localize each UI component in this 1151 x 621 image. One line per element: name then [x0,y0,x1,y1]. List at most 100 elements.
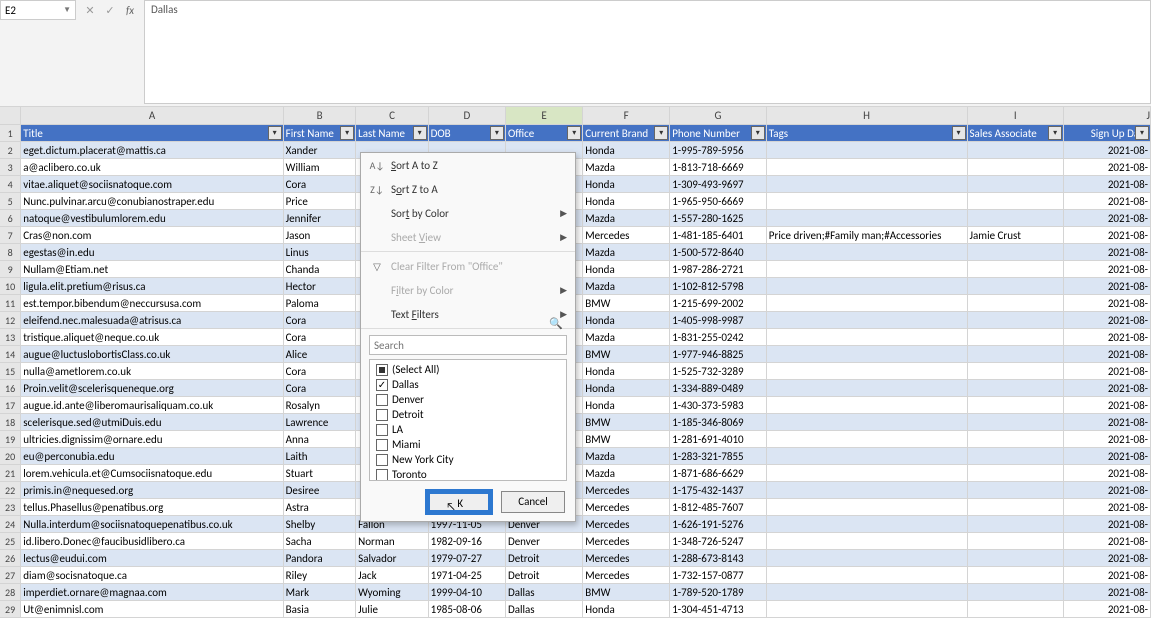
cell-G15[interactable]: 1-525-732-3289 [670,363,767,379]
sort-az[interactable]: A↓ SSort A to Zort A to Z [361,153,575,177]
cell-F22[interactable]: Mercedes [583,482,670,498]
cell-J9[interactable]: 2021-08- [1064,261,1151,277]
sort-by-color[interactable]: Sort by Color ▶ [361,201,575,225]
row-header[interactable]: 17 [0,397,21,413]
cell-I19[interactable] [968,431,1065,447]
cell-H3[interactable] [767,159,968,175]
cell-A4[interactable]: vitae.aliquet@sociisnatoque.com [21,176,283,192]
filter-search-input[interactable] [369,335,567,355]
row-header[interactable]: 8 [0,244,21,260]
cell-F21[interactable]: Mazda [583,465,670,481]
cell-J5[interactable]: 2021-08- [1064,193,1151,209]
cell-G4[interactable]: 1-309-493-9697 [670,176,767,192]
cell-G22[interactable]: 1-175-432-1437 [670,482,767,498]
cell-I17[interactable] [968,397,1065,413]
row-header[interactable]: 9 [0,261,21,277]
cell-H5[interactable] [767,193,968,209]
enter-formula-icon[interactable]: ✓ [102,4,118,17]
cell-H27[interactable] [767,567,968,583]
cell-F9[interactable]: Honda [583,261,670,277]
cell-I2[interactable] [968,142,1065,158]
cell-A26[interactable]: lectus@eudui.com [21,550,283,566]
cell-H28[interactable] [767,584,968,600]
cell-F28[interactable]: BMW [583,584,670,600]
cell-E25[interactable]: Denver [506,533,583,549]
row-header[interactable]: 28 [0,584,21,600]
select-all-corner[interactable] [0,107,21,124]
cell-J24[interactable]: 2021-08- [1064,516,1151,532]
cell-G17[interactable]: 1-430-373-5983 [670,397,767,413]
cell-G16[interactable]: 1-334-889-0489 [670,380,767,396]
cell-J17[interactable]: 2021-08- [1064,397,1151,413]
cell-A20[interactable]: eu@perconubia.edu [21,448,283,464]
cell-A15[interactable]: nulla@ametlorem.co.uk [21,363,283,379]
cell-I21[interactable] [968,465,1065,481]
chevron-down-icon[interactable]: ▼ [63,5,71,15]
cell-G24[interactable]: 1-626-191-5276 [670,516,767,532]
cell-B19[interactable]: Anna [284,431,356,447]
cell-J29[interactable]: 2021-08- [1064,601,1151,617]
cell-I15[interactable] [968,363,1065,379]
column-header-A[interactable]: A [21,107,284,124]
cell-F6[interactable]: Mazda [583,210,670,226]
cell-A13[interactable]: tristique.aliquet@neque.co.uk [21,329,283,345]
cell-B22[interactable]: Desiree [284,482,356,498]
cell-B27[interactable]: Riley [284,567,356,583]
cell-B25[interactable]: Sacha [284,533,356,549]
ok-button[interactable]: K ↖ [427,491,491,513]
cell-A18[interactable]: scelerisque.sed@utmiDuis.edu [21,414,283,430]
cell-G14[interactable]: 1-977-946-8825 [670,346,767,362]
sort-za[interactable]: Z↓ Sort Z to A [361,177,575,201]
cell-F19[interactable]: BMW [583,431,670,447]
row-header[interactable]: 27 [0,567,21,583]
cell-J20[interactable]: 2021-08- [1064,448,1151,464]
cell-H7[interactable]: Price driven;#Family man;#Accessories [767,227,968,243]
row-header[interactable]: 10 [0,278,21,294]
cell-B23[interactable]: Astra [284,499,356,515]
cell-B8[interactable]: Linus [284,244,356,260]
row-header[interactable]: 13 [0,329,21,345]
cell-F20[interactable]: Mazda [583,448,670,464]
cell-H15[interactable] [767,363,968,379]
cell-G19[interactable]: 1-281-691-4010 [670,431,767,447]
cell-F27[interactable]: Mercedes [583,567,670,583]
cell-F15[interactable]: Honda [583,363,670,379]
cell-I26[interactable] [968,550,1065,566]
cell-F4[interactable]: Honda [583,176,670,192]
cell-J21[interactable]: 2021-08- [1064,465,1151,481]
row-header[interactable]: 18 [0,414,21,430]
cell-J11[interactable]: 2021-08- [1064,295,1151,311]
cell-B12[interactable]: Cora [284,312,356,328]
cell-I14[interactable] [968,346,1065,362]
cell-F23[interactable]: Mercedes [583,499,670,515]
cell-H18[interactable] [767,414,968,430]
cell-A19[interactable]: ultricies.dignissim@ornare.edu [21,431,283,447]
filter-button-A[interactable]: ▾ [268,126,282,140]
cell-D27[interactable]: 1971-04-25 [429,567,506,583]
cell-G10[interactable]: 1-102-812-5798 [670,278,767,294]
cell-A8[interactable]: egestas@in.edu [21,244,283,260]
cell-H14[interactable] [767,346,968,362]
cell-B16[interactable]: Cora [284,380,356,396]
cell-E29[interactable]: Dallas [506,601,583,617]
cell-A23[interactable]: tellus.Phasellus@penatibus.org [21,499,283,515]
cell-J27[interactable]: 2021-08- [1064,567,1151,583]
row-header[interactable]: 3 [0,159,21,175]
row-header[interactable]: 22 [0,482,21,498]
cell-J25[interactable]: 2021-08- [1064,533,1151,549]
cell-G21[interactable]: 1-871-686-6629 [670,465,767,481]
cell-F8[interactable]: Mazda [583,244,670,260]
cell-J3[interactable]: 2021-08- [1064,159,1151,175]
filter-option[interactable]: (Select All) [370,362,566,377]
cell-I24[interactable] [968,516,1065,532]
row-header[interactable]: 12 [0,312,21,328]
row-header[interactable]: 26 [0,550,21,566]
cell-B9[interactable]: Chanda [284,261,356,277]
cell-I10[interactable] [968,278,1065,294]
cell-J19[interactable]: 2021-08- [1064,431,1151,447]
column-header-E[interactable]: E [506,107,583,124]
cell-J23[interactable]: 2021-08- [1064,499,1151,515]
cell-B13[interactable]: Cora [284,329,356,345]
cell-J28[interactable]: 2021-08- [1064,584,1151,600]
cell-A27[interactable]: diam@socisnatoque.ca [21,567,283,583]
